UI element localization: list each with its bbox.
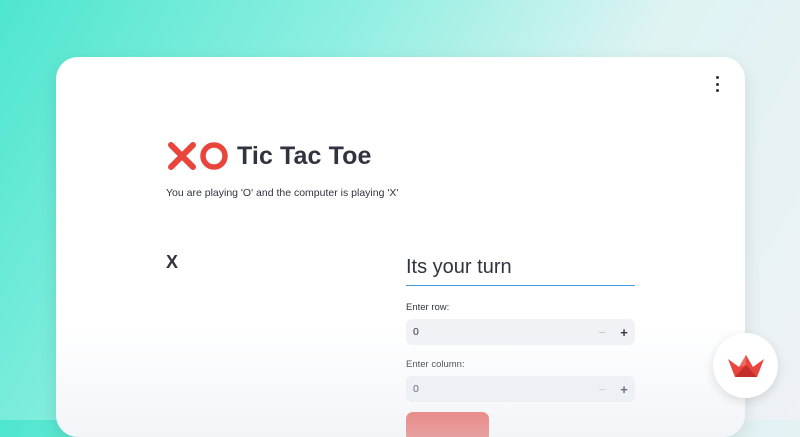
column-increment-button[interactable]: + <box>613 376 635 402</box>
submit-move-button[interactable] <box>406 412 489 437</box>
page-header: Tic Tac Toe <box>166 141 371 171</box>
page-title: Tic Tac Toe <box>237 141 372 170</box>
page-subtitle: You are playing 'O' and the computer is … <box>166 187 399 199</box>
cross-mark-icon <box>168 142 196 170</box>
column-input-label: Enter column: <box>406 359 465 370</box>
crown-icon <box>727 354 764 377</box>
column-number-input[interactable]: 0 − + <box>406 376 635 402</box>
column-decrement-button[interactable]: − <box>591 376 613 402</box>
column-input-value[interactable]: 0 <box>406 383 591 395</box>
row-increment-button[interactable]: + <box>613 319 635 345</box>
row-input-label: Enter row: <box>406 302 450 313</box>
kebab-menu-icon-dot <box>715 89 719 92</box>
bottom-fade-overlay <box>56 325 745 437</box>
row-input-value[interactable]: 0 <box>406 326 591 338</box>
turn-heading: Its your turn <box>406 256 635 286</box>
row-number-input[interactable]: 0 − + <box>406 319 635 345</box>
hollow-circle-icon <box>200 142 228 170</box>
kebab-menu-icon-dot <box>715 82 719 86</box>
main-menu-button[interactable] <box>711 74 723 94</box>
kebab-menu-icon-dot <box>715 76 719 79</box>
app-window: Tic Tac Toe You are playing 'O' and the … <box>56 57 745 437</box>
row-decrement-button[interactable]: − <box>591 319 613 345</box>
streamlit-badge[interactable] <box>713 333 778 398</box>
board-cell-mark: X <box>166 252 179 272</box>
title-emoji <box>166 141 230 171</box>
